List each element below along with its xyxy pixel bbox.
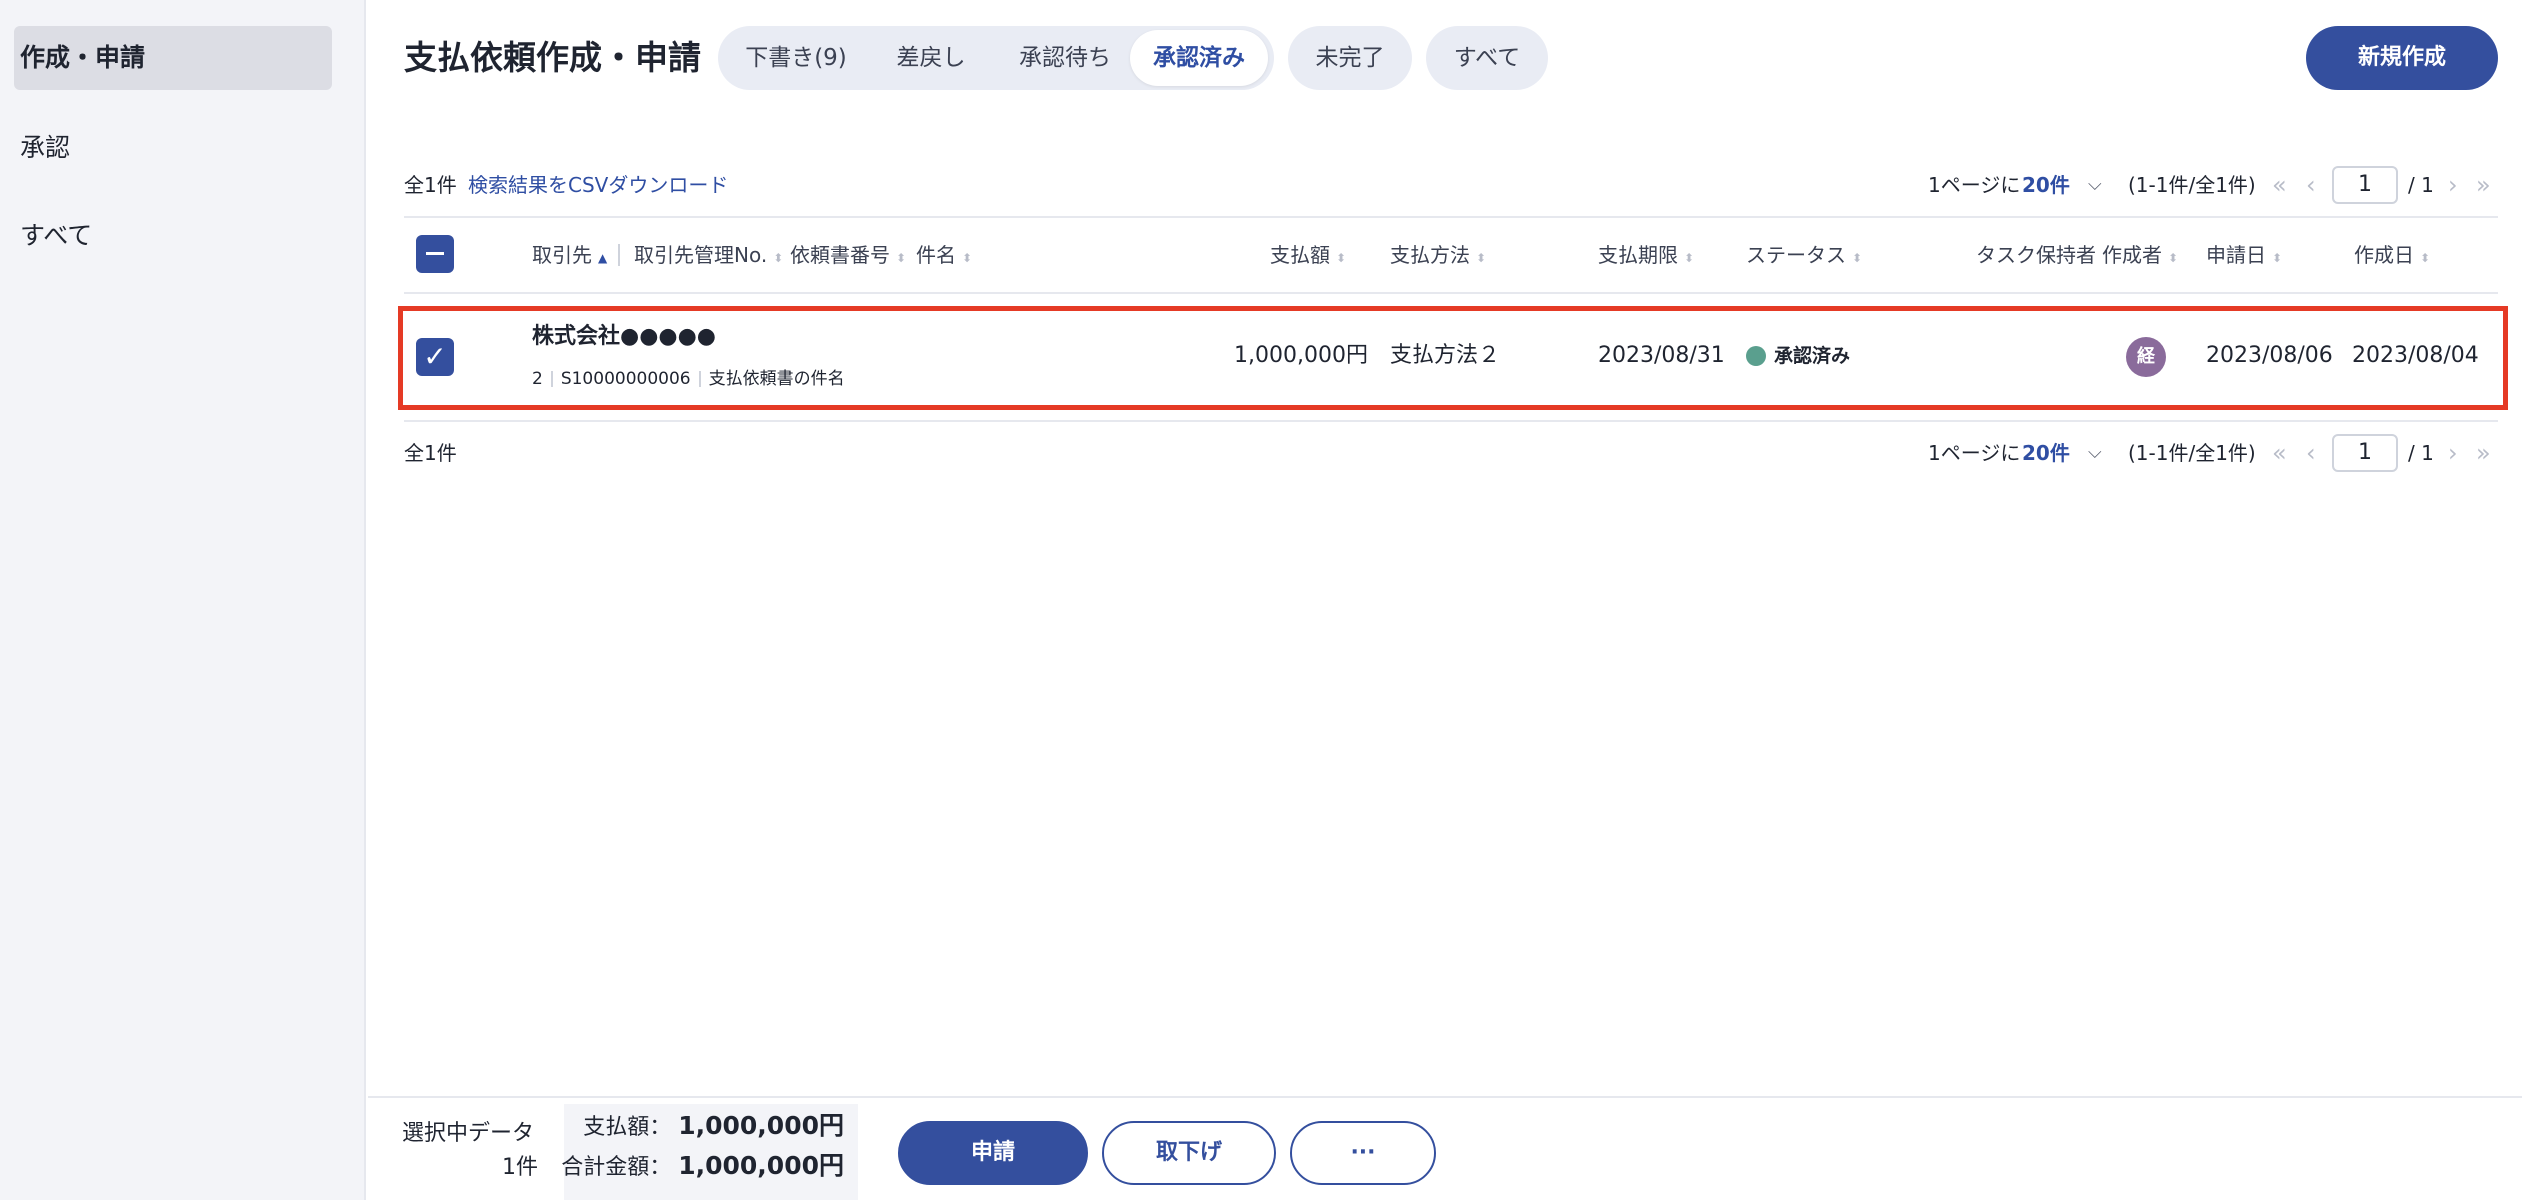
selected-count: 1件 — [502, 1155, 538, 1180]
row-status: 承認済み — [1774, 345, 1851, 367]
column-vendor-no[interactable]: 取引先管理No. ⬍ — [634, 240, 783, 270]
range-label: (1-1件/全1件) — [2128, 173, 2256, 197]
grand-total: 合計金額： 1,000,000円 — [561, 1151, 844, 1180]
chevron-down-icon[interactable]: ⌵ — [2088, 165, 2102, 205]
column-request-no[interactable]: 依頼書番号 ⬍ — [790, 240, 906, 270]
page-total: / 1 — [2408, 173, 2434, 197]
sort-icon: ⬍ — [2420, 251, 2431, 265]
row-due: 2023/08/31 — [1598, 343, 1725, 368]
row-vendor: 株式会社●●●●● — [532, 324, 716, 349]
totals-panel: 支払額： 1,000,000円 合計金額： 1,000,000円 — [561, 1104, 858, 1200]
amount-total: 支払額： 1,000,000円 — [583, 1111, 844, 1140]
status-tab-group: 下書き(9) 差戻し 承認待ち 承認済み — [718, 26, 1274, 90]
withdraw-button[interactable]: 取下げ — [1102, 1121, 1276, 1185]
prev-page-icon[interactable]: ‹ — [2306, 165, 2316, 205]
new-button[interactable]: 新規作成 — [2306, 26, 2498, 90]
sort-icon: ⬍ — [2168, 251, 2179, 265]
sort-icon: ⬍ — [962, 251, 973, 265]
row-applied-date: 2023/08/06 — [2206, 343, 2333, 368]
column-due[interactable]: 支払期限 ⬍ — [1598, 240, 1694, 270]
sort-icon: ⬍ — [1336, 251, 1347, 265]
row-vendor-no: 2 — [532, 369, 543, 389]
sort-icon: ⬍ — [1684, 251, 1695, 265]
page-input[interactable]: 1 — [2332, 166, 2398, 204]
column-amount[interactable]: 支払額 ⬍ — [1270, 240, 1346, 270]
per-page-select[interactable]: 20件 — [2022, 433, 2070, 473]
page-total: / 1 — [2408, 441, 2434, 465]
pagination-bottom: 1ページに 20件 ⌵ (1-1件/全1件) « ‹ 1 / 1 › » — [1928, 433, 2498, 473]
sort-icon: ⬍ — [2272, 251, 2283, 265]
page-input[interactable]: 1 — [2332, 434, 2398, 472]
sidebar-item-approval[interactable]: 承認 — [14, 116, 332, 180]
last-page-icon[interactable]: » — [2476, 433, 2491, 473]
first-page-icon[interactable]: « — [2272, 165, 2287, 205]
select-all-checkbox[interactable] — [416, 235, 454, 273]
row-amount: 1,000,000円 — [1234, 343, 1368, 368]
row-created-date: 2023/08/04 — [2352, 343, 2479, 368]
sort-icon: ⬍ — [773, 251, 784, 265]
sort-icon: ⬍ — [1852, 251, 1863, 265]
column-task-holder: タスク保持者 — [1976, 243, 2096, 267]
per-page-select[interactable]: 20件 — [2022, 165, 2070, 205]
sidebar: 作成・申請 承認 すべて — [0, 0, 366, 1200]
column-status[interactable]: ステータス ⬍ — [1746, 240, 1862, 270]
tab-all[interactable]: すべて — [1426, 26, 1548, 90]
tab-returned[interactable]: 差戻し — [868, 30, 994, 86]
avatar: 経 — [2126, 337, 2166, 377]
sidebar-item-all[interactable]: すべて — [14, 204, 332, 268]
column-method[interactable]: 支払方法 ⬍ — [1390, 240, 1486, 270]
tab-drafts[interactable]: 下書き(9) — [726, 30, 866, 86]
page-title: 支払依頼作成・申請 — [404, 38, 701, 77]
csv-download-link[interactable]: 検索結果をCSVダウンロード — [468, 170, 728, 200]
divider — [404, 420, 2498, 422]
column-creator[interactable]: 作成者 ⬍ — [2102, 240, 2178, 270]
column-vendor[interactable]: 取引先 ▲ — [532, 240, 607, 270]
divider — [404, 292, 2498, 294]
status-dot-icon — [1746, 346, 1766, 366]
row-method: 支払方法２ — [1390, 343, 1501, 368]
apply-button[interactable]: 申請 — [898, 1121, 1088, 1185]
column-divider — [618, 244, 620, 266]
tab-pending[interactable]: 承認待ち — [996, 30, 1134, 86]
sort-icon: ⬍ — [896, 251, 907, 265]
first-page-icon[interactable]: « — [2272, 433, 2287, 473]
per-page-label: 1ページに — [1928, 441, 2021, 465]
tab-approved[interactable]: 承認済み — [1130, 30, 1268, 86]
sort-asc-icon: ▲ — [598, 251, 608, 265]
selected-data-label: 選択中データ — [402, 1121, 535, 1146]
next-page-icon[interactable]: › — [2448, 433, 2458, 473]
pagination-top: 1ページに 20件 ⌵ (1-1件/全1件) « ‹ 1 / 1 › » — [1928, 165, 2498, 205]
per-page-label: 1ページに — [1928, 173, 2021, 197]
range-label: (1-1件/全1件) — [2128, 441, 2256, 465]
sidebar-item-create-apply[interactable]: 作成・申請 — [14, 26, 332, 90]
row-checkbox[interactable]: ✓ — [416, 338, 454, 376]
divider — [404, 216, 2498, 218]
column-applied-date[interactable]: 申請日 ⬍ — [2206, 240, 2282, 270]
sort-icon: ⬍ — [1476, 251, 1487, 265]
more-button[interactable]: ··· — [1290, 1121, 1436, 1185]
row-request-no: S10000000006 — [560, 369, 691, 389]
row-subject: 支払依頼書の件名 — [708, 369, 845, 389]
chevron-down-icon[interactable]: ⌵ — [2088, 433, 2102, 473]
result-count-bottom: 全1件 — [404, 441, 457, 465]
result-count: 全1件 — [404, 173, 457, 197]
column-created-date[interactable]: 作成日 ⬍ — [2354, 240, 2430, 270]
row-sub-info: 2 S10000000006 支払依頼書の件名 — [532, 364, 845, 394]
column-subject[interactable]: 件名 ⬍ — [916, 240, 972, 270]
tab-incomplete[interactable]: 未完了 — [1288, 26, 1412, 90]
last-page-icon[interactable]: » — [2476, 165, 2491, 205]
next-page-icon[interactable]: › — [2448, 165, 2458, 205]
prev-page-icon[interactable]: ‹ — [2306, 433, 2316, 473]
